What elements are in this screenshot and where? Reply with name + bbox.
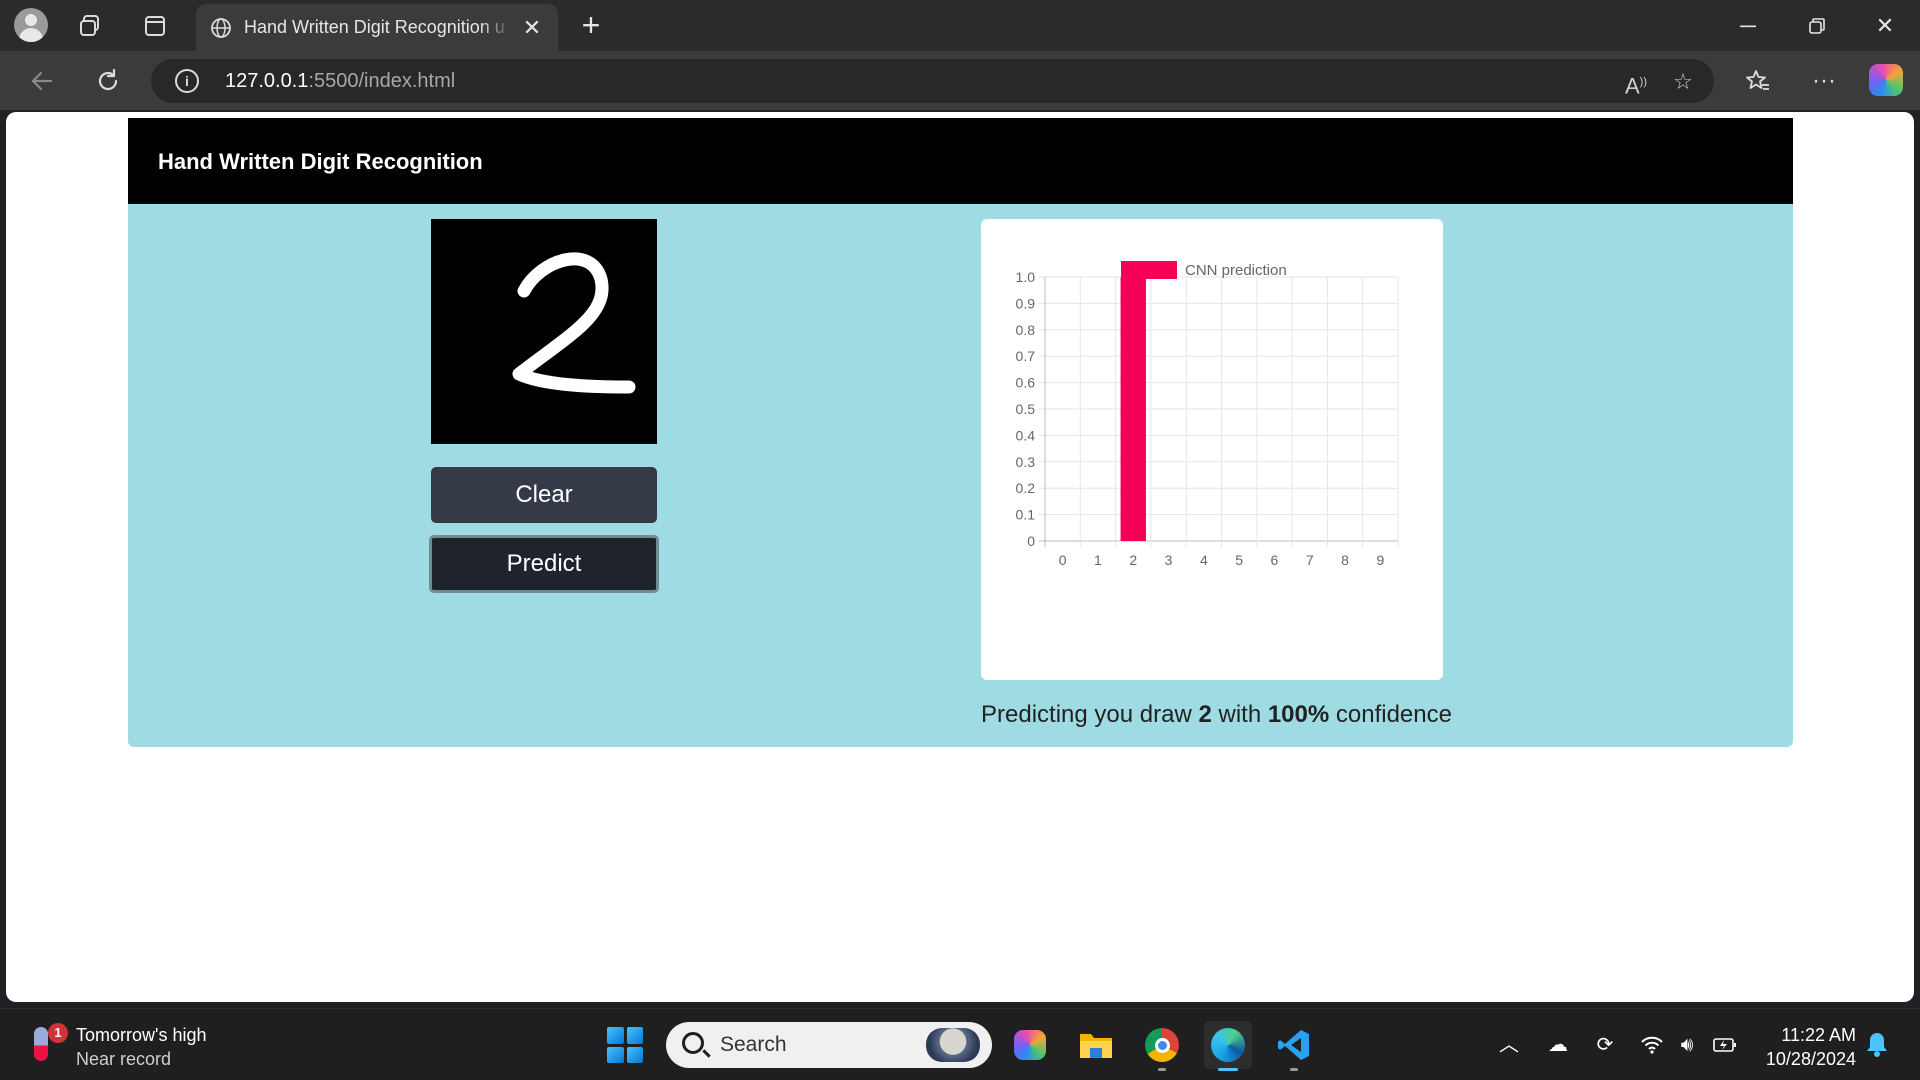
x-tick-label: 2 <box>1129 552 1137 568</box>
clear-button[interactable]: Clear <box>431 467 657 523</box>
x-tick-label: 6 <box>1271 552 1279 568</box>
y-tick-label: 0.1 <box>1016 507 1036 523</box>
start-button[interactable] <box>607 1027 643 1063</box>
battery-icon[interactable] <box>1710 1031 1740 1059</box>
running-indicator <box>1290 1068 1298 1071</box>
browser-tab-bar: Hand Written Digit Recognition u ✕ + ─ ✕ <box>0 0 1920 51</box>
site-info-icon[interactable]: i <box>175 69 199 93</box>
vscode-icon[interactable] <box>1270 1021 1318 1071</box>
restore-icon[interactable] <box>1797 8 1837 44</box>
search-icon <box>682 1032 704 1054</box>
onedrive-icon[interactable]: ☁ <box>1543 1031 1573 1059</box>
more-options-icon[interactable]: ··· <box>1805 62 1843 100</box>
workspaces-icon[interactable] <box>74 9 108 43</box>
y-tick-label: 0.4 <box>1016 427 1036 443</box>
x-tick-label: 7 <box>1306 552 1314 568</box>
clock-time: 11:22 AM <box>1781 1025 1856 1045</box>
y-tick-label: 0 <box>1027 533 1035 549</box>
y-tick-label: 1.0 <box>1016 269 1036 285</box>
volume-icon[interactable]: 🔊︎ <box>1672 1031 1702 1059</box>
weather-widget[interactable]: 1 <box>26 1023 68 1067</box>
chevron-up-icon[interactable]: ︿ <box>1494 1031 1524 1059</box>
legend-swatch <box>1121 261 1177 279</box>
thermometer-icon <box>34 1027 48 1061</box>
favorites-icon[interactable] <box>1739 62 1777 100</box>
taskbar-search[interactable]: Search <box>666 1022 992 1068</box>
tab-title: Hand Written Digit Recognition u <box>244 17 505 37</box>
prediction-chart: 0 0.1 0.2 0.3 0.4 0.5 0.6 0.7 0.8 0.9 1.0 0 1 2 3 4 5 6 7 8… <box>1016 261 1399 568</box>
search-highlight-image <box>926 1028 980 1062</box>
main-content: Clear Predict 0 0.1 0.2 0.3 0.4 0.5 0.6 0.7 0.8 0… <box>128 204 1793 747</box>
result-digit: 2 <box>1198 701 1212 728</box>
x-tick-label: 5 <box>1235 552 1243 568</box>
system-clock[interactable]: 11:22 AM 10/28/2024 <box>1752 1023 1856 1071</box>
weather-text[interactable]: Tomorrow's high Near record <box>76 1023 206 1071</box>
address-bar-row: i 127.0.0.1:5500/index.html A)) ☆ ··· <box>0 51 1920 110</box>
result-suffix: confidence <box>1329 701 1452 728</box>
search-placeholder: Search <box>720 1033 787 1056</box>
page-header: Hand Written Digit Recognition <box>128 118 1793 204</box>
legend-label: CNN prediction <box>1185 262 1287 279</box>
globe-icon <box>208 15 234 41</box>
close-window-icon[interactable]: ✕ <box>1865 8 1905 44</box>
tab-actions-icon[interactable] <box>138 9 172 43</box>
sync-icon[interactable]: ⟳ <box>1590 1031 1620 1059</box>
x-tick-label: 9 <box>1376 552 1384 568</box>
x-tick-label: 1 <box>1094 552 1102 568</box>
address-bar[interactable]: i 127.0.0.1:5500/index.html A)) ☆ <box>151 59 1714 103</box>
y-tick-label: 0.5 <box>1016 401 1036 417</box>
tab-close-icon[interactable]: ✕ <box>520 15 544 41</box>
chrome-icon[interactable] <box>1138 1021 1186 1071</box>
x-tick-label: 3 <box>1165 552 1173 568</box>
y-tick-label: 0.9 <box>1016 295 1036 311</box>
clock-date: 10/28/2024 <box>1765 1049 1856 1069</box>
y-tick-label: 0.3 <box>1016 454 1036 470</box>
bar-2 <box>1120 277 1146 541</box>
prediction-chart-card: 0 0.1 0.2 0.3 0.4 0.5 0.6 0.7 0.8 0.9 1.0 0 1 2 3 4 5 6 7 8… <box>981 219 1443 680</box>
result-confidence: 100% <box>1267 701 1330 728</box>
refresh-icon[interactable] <box>89 62 127 100</box>
favorite-star-icon[interactable]: ☆ <box>1668 67 1698 97</box>
taskbar: 1 Tomorrow's high Near record Search ︿ ☁… <box>0 1008 1920 1080</box>
result-middle: with <box>1211 701 1268 728</box>
weather-badge: 1 <box>48 1023 68 1043</box>
tab-active[interactable]: Hand Written Digit Recognition u ✕ <box>196 4 558 51</box>
active-indicator <box>1218 1068 1238 1071</box>
result-prefix: Predicting you draw <box>981 701 1199 728</box>
drawing-canvas[interactable] <box>431 219 657 444</box>
x-tick-label: 4 <box>1200 552 1208 568</box>
edge-icon[interactable] <box>1204 1021 1252 1071</box>
weather-title: Tomorrow's high <box>76 1025 207 1045</box>
running-indicator <box>1158 1068 1166 1071</box>
y-tick-label: 0.6 <box>1016 375 1036 391</box>
y-tick-label: 0.8 <box>1016 322 1036 338</box>
y-tick-label: 0.2 <box>1016 480 1036 496</box>
file-explorer-icon[interactable] <box>1072 1021 1120 1069</box>
y-tick-label: 0.7 <box>1016 348 1036 364</box>
new-tab-button[interactable]: + <box>572 7 610 45</box>
page-title: Hand Written Digit Recognition <box>158 149 483 174</box>
read-aloud-icon[interactable]: A)) <box>1621 67 1651 98</box>
x-tick-label: 0 <box>1059 552 1067 568</box>
copilot-icon[interactable] <box>1869 64 1903 96</box>
back-arrow-icon[interactable] <box>23 62 61 100</box>
drawn-digit-stroke <box>512 252 636 394</box>
url-text[interactable]: 127.0.0.1:5500/index.html <box>225 70 455 93</box>
weather-subtitle: Near record <box>76 1049 172 1069</box>
predict-button[interactable]: Predict <box>429 535 659 593</box>
prediction-result-text: Predicting you draw 2 with 100% confiden… <box>981 701 1452 729</box>
minimize-icon[interactable]: ─ <box>1728 8 1768 44</box>
page-viewport: Hand Written Digit Recognition Clear Pre… <box>6 112 1914 1002</box>
profile-avatar[interactable] <box>14 8 48 42</box>
notification-bell-icon[interactable] <box>1866 1031 1892 1059</box>
wifi-icon[interactable] <box>1637 1031 1667 1059</box>
x-tick-label: 8 <box>1341 552 1349 568</box>
copilot-taskbar-icon[interactable] <box>1006 1021 1054 1069</box>
